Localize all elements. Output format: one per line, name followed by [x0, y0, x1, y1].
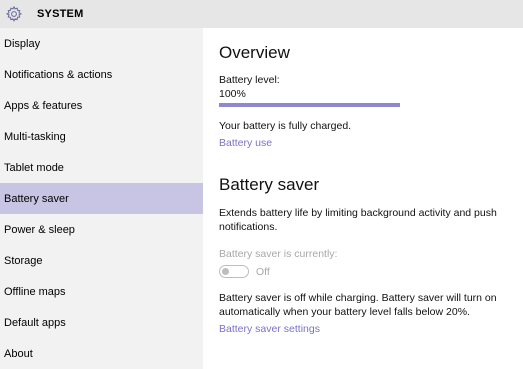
sidebar-item-power-sleep[interactable]: Power & sleep — [0, 214, 203, 245]
page-title: SYSTEM — [37, 8, 84, 20]
toggle-state-label: Off — [256, 266, 270, 278]
battery-level-fill — [219, 103, 400, 107]
gear-icon — [4, 4, 24, 24]
battery-level-bar — [219, 103, 400, 107]
sidebar-item-about[interactable]: About — [0, 338, 203, 369]
sidebar-item-offline-maps[interactable]: Offline maps — [0, 276, 203, 307]
overview-heading: Overview — [219, 43, 290, 62]
battery-use-link[interactable]: Battery use — [219, 137, 272, 149]
sidebar-nav: Display Notifications & actions Apps & f… — [0, 28, 203, 369]
battery-saver-toggle[interactable] — [219, 265, 249, 278]
battery-saver-description: Extends battery life by limiting backgro… — [219, 207, 497, 233]
header-bar: SYSTEM — [0, 0, 523, 28]
sidebar-item-battery-saver[interactable]: Battery saver — [0, 183, 203, 214]
battery-level-label: Battery level: — [219, 74, 280, 86]
settings-window: SYSTEM Display Notifications & actions A… — [0, 0, 523, 369]
battery-saver-settings-link[interactable]: Battery saver settings — [219, 323, 320, 335]
toggle-knob — [222, 267, 229, 275]
sidebar-item-display[interactable]: Display — [0, 28, 203, 59]
sidebar-item-multi-tasking[interactable]: Multi-tasking — [0, 121, 203, 152]
battery-saver-heading: Battery saver — [219, 175, 320, 194]
battery-level-value: 100% — [219, 88, 246, 100]
main-content: Overview Battery level: 100% Your batter… — [203, 28, 523, 369]
sidebar-item-notifications-actions[interactable]: Notifications & actions — [0, 59, 203, 90]
sidebar-item-apps-features[interactable]: Apps & features — [0, 90, 203, 121]
battery-status-text: Your battery is fully charged. — [219, 120, 352, 132]
sidebar-item-default-apps[interactable]: Default apps — [0, 307, 203, 338]
sidebar-item-tablet-mode[interactable]: Tablet mode — [0, 152, 203, 183]
battery-saver-note: Battery saver is off while charging. Bat… — [219, 292, 497, 318]
sidebar-item-storage[interactable]: Storage — [0, 245, 203, 276]
battery-saver-currently-label: Battery saver is currently: — [219, 248, 338, 260]
